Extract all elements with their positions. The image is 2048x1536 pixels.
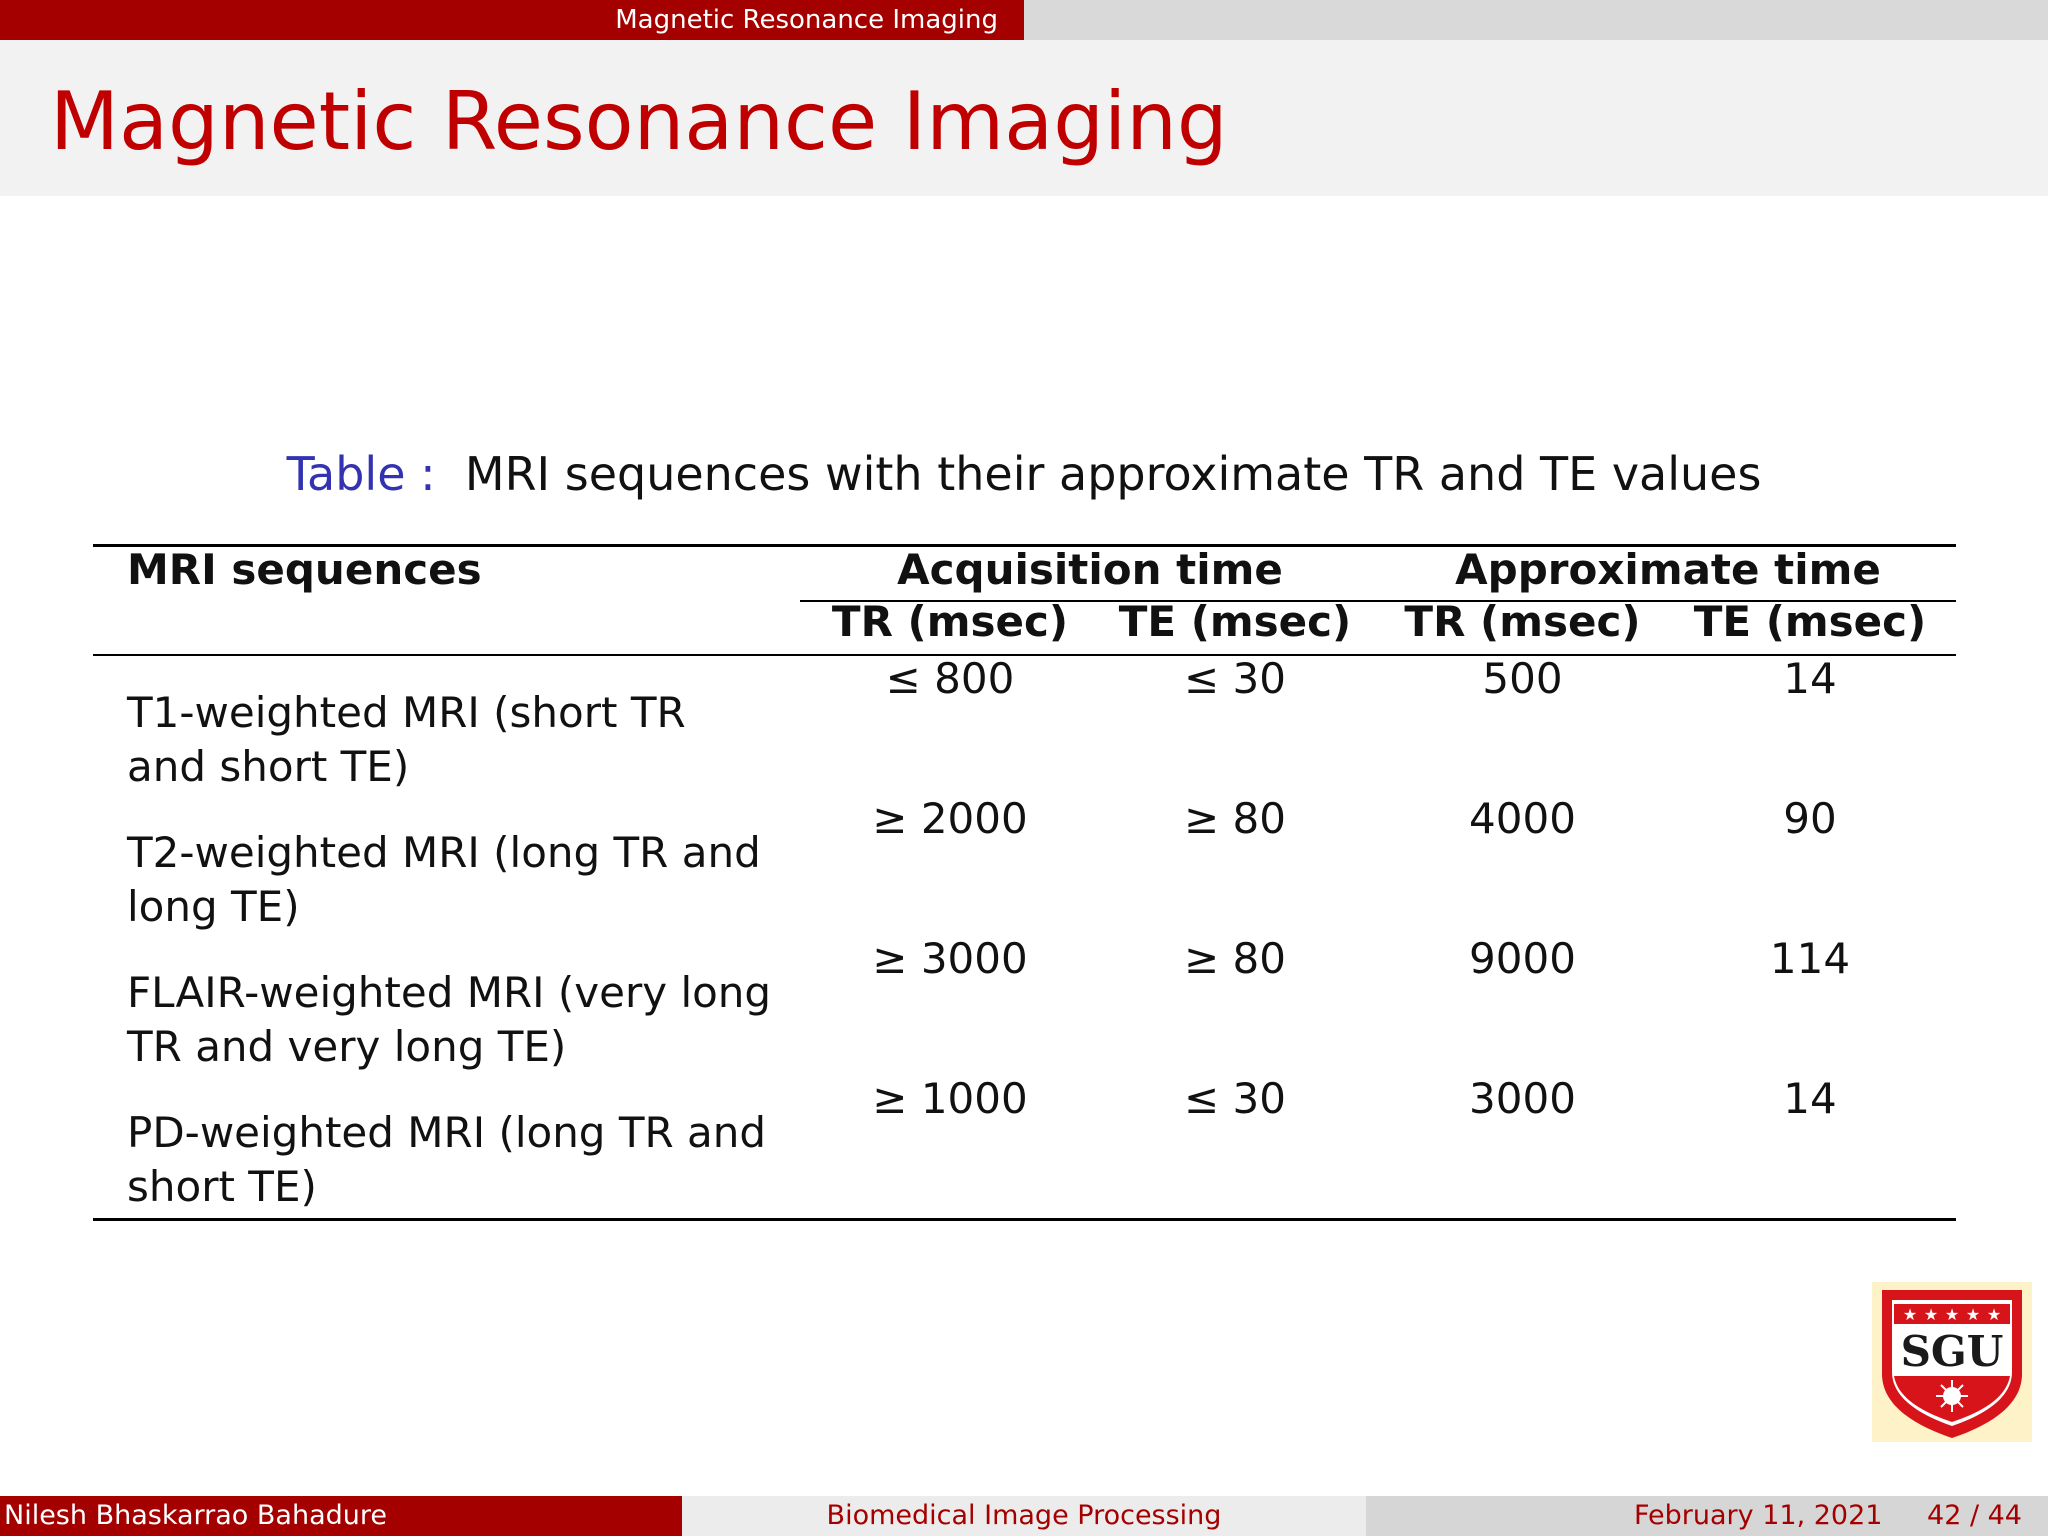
footer-date-page: February 11, 2021 42 / 44 [1366,1496,2048,1536]
svg-text:SGU: SGU [1901,1327,2004,1376]
section-nav-label[interactable]: Magnetic Resonance Imaging [0,0,1024,40]
table-cell: ≤ 30 [1184,1074,1286,1123]
frame-title: Magnetic Resonance Imaging [50,75,1228,168]
svg-text:★: ★ [1966,1305,1980,1324]
row-label: T1-weighted MRI (short TR and short TE) [127,688,686,791]
table-cell: 14 [1783,654,1837,703]
table-cell: ≤ 30 [1184,654,1286,703]
table-cell: 3000 [1469,1074,1576,1123]
subheader-acq-te: TE (msec) [1118,597,1352,646]
svg-text:★: ★ [1924,1305,1938,1324]
row-label: T2-weighted MRI (long TR and long TE) [127,828,761,931]
header-approximate-time: Approximate time [1455,545,1881,594]
table-cell: ≤ 800 [885,654,1015,703]
frame-title-band: Magnetic Resonance Imaging [0,40,2048,196]
svg-text:★: ★ [1903,1305,1917,1324]
table-cell: 9000 [1469,934,1576,983]
header-mri-sequences: MRI sequences [127,545,482,594]
table-bottom-rule [93,1218,1956,1221]
header-acquisition-time: Acquisition time [897,545,1283,594]
footer-page-number: 42 / 44 [1927,1500,2022,1531]
caption-text: MRI sequences with their approximate TR … [464,447,1762,501]
table-cell: ≥ 3000 [872,934,1028,983]
subheader-acq-tr: TR (msec) [831,597,1069,646]
table-cell: ≥ 1000 [872,1074,1028,1123]
subheader-approx-te: TE (msec) [1693,597,1927,646]
table-cell: 90 [1783,794,1837,843]
caption-separator: : [420,447,436,501]
subheader-approx-tr: TR (msec) [1404,597,1641,646]
footer-author: Nilesh Bhaskarrao Bahadure [0,1496,682,1536]
table-cell: 114 [1769,934,1851,983]
footer-course-title: Biomedical Image Processing [682,1496,1366,1536]
table-cell: ≥ 2000 [872,794,1028,843]
caption-label: Table [286,447,406,501]
svg-text:★: ★ [1945,1305,1959,1324]
sgu-shield-icon: ★ ★ ★ ★ ★ SGU [1882,1290,2022,1438]
table-caption: Table : MRI sequences with their approxi… [0,446,2048,502]
table-cell: 500 [1482,654,1563,703]
table-cell: 4000 [1469,794,1576,843]
svg-text:★: ★ [1987,1305,2001,1324]
row-label: PD-weighted MRI (long TR and short TE) [127,1108,767,1211]
row-label: FLAIR-weighted MRI (very long TR and ver… [127,968,772,1071]
table-cell: ≥ 80 [1184,794,1286,843]
footer-date: February 11, 2021 [1634,1500,1883,1531]
top-navigation-bar: Magnetic Resonance Imaging [0,0,2048,40]
sgu-logo: ★ ★ ★ ★ ★ SGU [1872,1282,2032,1442]
table-cell: 14 [1783,1074,1837,1123]
table-cell: ≥ 80 [1184,934,1286,983]
